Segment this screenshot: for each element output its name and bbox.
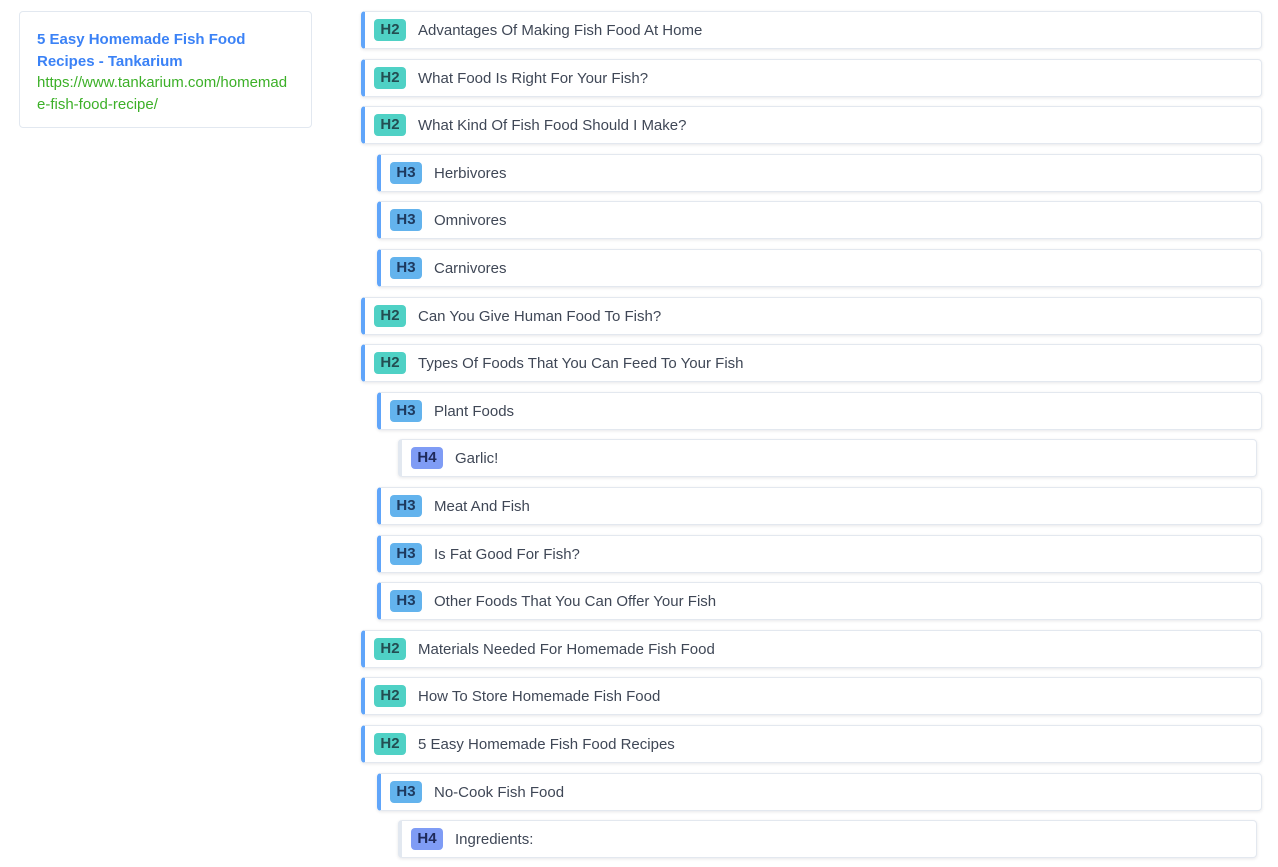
heading-level-badge: H2 — [374, 114, 406, 136]
heading-level-badge: H2 — [374, 638, 406, 660]
heading-level-badge: H3 — [390, 495, 422, 517]
outline-row-h4[interactable]: H4 Garlic! — [398, 439, 1257, 477]
heading-level-badge: H2 — [374, 67, 406, 89]
outline-row-h4[interactable]: H4 Ingredients: — [398, 820, 1257, 858]
outline-row-h2[interactable]: H2 Can You Give Human Food To Fish? — [361, 297, 1262, 335]
outline-row-h3[interactable]: H3 Herbivores — [377, 154, 1262, 192]
source-card: 5 Easy Homemade Fish Food Recipes - Tank… — [19, 11, 312, 128]
heading-text: Advantages Of Making Fish Food At Home — [418, 21, 703, 39]
heading-level-badge: H3 — [390, 257, 422, 279]
source-url-link[interactable]: https://www.tankarium.com/homemade-fish-… — [37, 72, 295, 115]
heading-level-badge: H2 — [374, 733, 406, 755]
heading-text: How To Store Homemade Fish Food — [418, 687, 661, 705]
heading-text: Meat And Fish — [434, 497, 530, 515]
heading-level-badge: H3 — [390, 209, 422, 231]
outline-row-h3[interactable]: H3 Plant Foods — [377, 392, 1262, 430]
heading-text: Other Foods That You Can Offer Your Fish — [434, 592, 717, 610]
heading-level-badge: H4 — [411, 447, 443, 469]
outline-row-h2[interactable]: H2 What Kind Of Fish Food Should I Make? — [361, 106, 1262, 144]
heading-text: Materials Needed For Homemade Fish Food — [418, 640, 715, 658]
outline-row-h3[interactable]: H3 Omnivores — [377, 201, 1262, 239]
outline-row-h3[interactable]: H3 Carnivores — [377, 249, 1262, 287]
outline-row-h2[interactable]: H2 How To Store Homemade Fish Food — [361, 677, 1262, 715]
outline-row-h2[interactable]: H2 Types Of Foods That You Can Feed To Yo… — [361, 344, 1262, 382]
outline-row-h2[interactable]: H2 Materials Needed For Homemade Fish Foo… — [361, 630, 1262, 668]
heading-level-badge: H2 — [374, 19, 406, 41]
heading-text: Omnivores — [434, 211, 507, 229]
heading-text: 5 Easy Homemade Fish Food Recipes — [418, 735, 675, 753]
heading-level-badge: H3 — [390, 400, 422, 422]
heading-text: What Kind Of Fish Food Should I Make? — [418, 116, 687, 134]
heading-text: Can You Give Human Food To Fish? — [418, 307, 662, 325]
outline-row-h3[interactable]: H3 Other Foods That You Can Offer Your Fi… — [377, 582, 1262, 620]
outline-row-h3[interactable]: H3 Meat And Fish — [377, 487, 1262, 525]
heading-text: What Food Is Right For Your Fish? — [418, 69, 649, 87]
heading-level-badge: H3 — [390, 781, 422, 803]
heading-level-badge: H2 — [374, 352, 406, 374]
heading-level-badge: H4 — [411, 828, 443, 850]
outline-row-h2[interactable]: H2 5 Easy Homemade Fish Food Recipes — [361, 725, 1262, 763]
heading-text: Plant Foods — [434, 402, 515, 420]
outline-row-h2[interactable]: H2 What Food Is Right For Your Fish? — [361, 59, 1262, 97]
heading-level-badge: H3 — [390, 543, 422, 565]
heading-level-badge: H2 — [374, 685, 406, 707]
heading-text: Types Of Foods That You Can Feed To Your… — [418, 354, 744, 372]
heading-text: Ingredients: — [455, 830, 534, 848]
heading-text: Garlic! — [455, 449, 499, 467]
source-title-link[interactable]: 5 Easy Homemade Fish Food Recipes - Tank… — [37, 29, 295, 72]
heading-text: No-Cook Fish Food — [434, 783, 565, 801]
heading-level-badge: H3 — [390, 590, 422, 612]
heading-level-badge: H2 — [374, 305, 406, 327]
heading-level-badge: H3 — [390, 162, 422, 184]
outline-row-h3[interactable]: H3 No-Cook Fish Food — [377, 773, 1262, 811]
heading-text: Is Fat Good For Fish? — [434, 545, 580, 563]
heading-text: Herbivores — [434, 164, 507, 182]
heading-text: Carnivores — [434, 259, 507, 277]
outline-row-h3[interactable]: H3 Is Fat Good For Fish? — [377, 535, 1262, 573]
outline-row-h2[interactable]: H2 Advantages Of Making Fish Food At Home — [361, 11, 1262, 49]
